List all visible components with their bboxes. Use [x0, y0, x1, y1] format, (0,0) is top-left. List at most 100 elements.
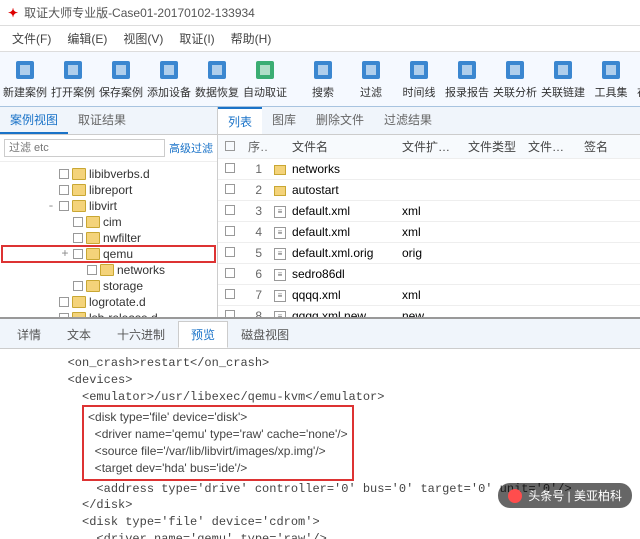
checkbox-icon[interactable] — [73, 249, 83, 259]
bottom-tab[interactable]: 磁盘视图 — [228, 321, 302, 348]
timeline-button[interactable]: 时间线 — [396, 56, 442, 102]
table-header: 序号 文件名 文件扩展名 文件类型 文件分类 签名 — [218, 135, 640, 159]
link-build-button[interactable]: 关联链建 — [540, 56, 586, 102]
file-icon: ≡ — [274, 311, 286, 317]
row-checkbox[interactable] — [225, 310, 235, 317]
row-checkbox[interactable] — [225, 163, 235, 173]
bottom-tab[interactable]: 十六进制 — [104, 321, 178, 348]
menu-item[interactable]: 视图(V) — [117, 28, 169, 49]
checkbox-icon[interactable] — [73, 217, 83, 227]
right-tab[interactable]: 过滤结果 — [374, 107, 442, 134]
tree-node[interactable]: cim — [2, 214, 215, 230]
row-checkbox[interactable] — [225, 205, 235, 215]
folder-tree[interactable]: libibverbs.dlibreport-libvirtcimnwfilter… — [0, 162, 217, 317]
tree-node[interactable]: logrotate.d — [2, 294, 215, 310]
tree-node[interactable]: +qemu — [2, 246, 215, 262]
right-tab[interactable]: 图库 — [262, 107, 306, 134]
open-case-button[interactable]: 打开案例 — [50, 56, 96, 102]
checkbox-icon[interactable] — [59, 297, 69, 307]
online-help-button[interactable]: 在线帮助 — [636, 56, 640, 102]
right-panel: 列表图库删除文件过滤结果 序号 文件名 文件扩展名 文件类型 文件分类 签名 1… — [218, 107, 640, 317]
checkbox-icon[interactable] — [59, 313, 69, 317]
menu-item[interactable]: 帮助(H) — [225, 28, 278, 49]
folder-icon — [100, 264, 114, 276]
file-icon: ≡ — [274, 227, 286, 239]
folder-icon — [86, 248, 100, 260]
tree-node[interactable]: networks — [2, 262, 215, 278]
folder-icon — [72, 312, 86, 317]
table-row[interactable]: 5≡default.xml.origorig — [218, 243, 640, 264]
link-analysis-button[interactable]: 关联分析 — [492, 56, 538, 102]
checkbox-icon[interactable] — [87, 265, 97, 275]
checkbox-icon[interactable] — [73, 281, 83, 291]
checkbox-icon[interactable] — [73, 233, 83, 243]
bottom-tab[interactable]: 预览 — [178, 321, 228, 348]
file-icon: ≡ — [274, 269, 286, 281]
add-device-button[interactable]: 添加设备 — [146, 56, 192, 102]
row-checkbox[interactable] — [225, 247, 235, 257]
col-sig[interactable]: 签名 — [578, 135, 618, 158]
row-checkbox[interactable] — [225, 289, 235, 299]
filter-button[interactable]: 过滤 — [348, 56, 394, 102]
folder-icon — [86, 280, 100, 292]
file-icon: ≡ — [274, 290, 286, 302]
menu-item[interactable]: 编辑(E) — [61, 28, 113, 49]
auto-forensic-button[interactable]: 自动取证 — [242, 56, 288, 102]
tree-node[interactable]: storage — [2, 278, 215, 294]
data-recovery-button[interactable]: 数据恢复 — [194, 56, 240, 102]
folder-icon — [72, 184, 86, 196]
search-button[interactable]: 搜索 — [300, 56, 346, 102]
table-row[interactable]: 6≡sedro86dl — [218, 264, 640, 285]
watermark-text: 头条号 | 美亚柏科 — [528, 487, 622, 504]
table-row[interactable]: 7≡qqqq.xmlxml — [218, 285, 640, 306]
tree-node[interactable]: lsb-release.d — [2, 310, 215, 317]
preview-pane[interactable]: <on_crash>restart</on_crash> <devices> <… — [0, 349, 640, 539]
tree-node[interactable]: libreport — [2, 182, 215, 198]
col-ext[interactable]: 文件扩展名 — [396, 135, 462, 158]
bookmark-button[interactable]: 报录报告 — [444, 56, 490, 102]
checkbox-icon[interactable] — [59, 185, 69, 195]
menu-item[interactable]: 取证(I) — [173, 28, 220, 49]
toolbar: 新建案例打开案例保存案例添加设备数据恢复自动取证搜索过滤时间线报录报告关联分析关… — [0, 52, 640, 107]
row-checkbox[interactable] — [225, 268, 235, 278]
bottom-tab[interactable]: 文本 — [54, 321, 104, 348]
menu-item[interactable]: 文件(F) — [6, 28, 57, 49]
tree-node[interactable]: libibverbs.d — [2, 166, 215, 182]
table-row[interactable]: 8≡qqqq.xml.newnew — [218, 306, 640, 317]
left-tabs: 案例视图取证结果 — [0, 107, 217, 135]
tree-node[interactable]: nwfilter — [2, 230, 215, 246]
left-tab[interactable]: 取证结果 — [68, 107, 136, 134]
file-table: 序号 文件名 文件扩展名 文件类型 文件分类 签名 1networks2auto… — [218, 135, 640, 317]
watermark: 头条号 | 美亚柏科 — [498, 483, 632, 508]
toolset-button[interactable]: 工具集 — [588, 56, 634, 102]
menu-bar: 文件(F)编辑(E)视图(V)取证(I)帮助(H) — [0, 26, 640, 52]
save-case-button[interactable]: 保存案例 — [98, 56, 144, 102]
header-checkbox[interactable] — [225, 141, 235, 151]
col-type[interactable]: 文件类型 — [462, 135, 522, 158]
col-num[interactable]: 序号 — [242, 135, 268, 158]
app-logo-icon: ✦ — [8, 6, 18, 20]
row-checkbox[interactable] — [225, 226, 235, 236]
col-name[interactable]: 文件名 — [286, 135, 396, 158]
filter-input[interactable] — [4, 139, 165, 157]
checkbox-icon[interactable] — [59, 201, 69, 211]
left-tab[interactable]: 案例视图 — [0, 107, 68, 134]
row-checkbox[interactable] — [225, 184, 235, 194]
table-row[interactable]: 4≡default.xmlxml — [218, 222, 640, 243]
right-tab[interactable]: 删除文件 — [306, 107, 374, 134]
advanced-filter-link[interactable]: 高级过滤 — [169, 140, 213, 156]
table-row[interactable]: 1networks — [218, 159, 640, 180]
bottom-tab[interactable]: 详情 — [4, 321, 54, 348]
window-title: 取证大师专业版-Case01-20170102-133934 — [24, 4, 255, 21]
checkbox-icon[interactable] — [59, 169, 69, 179]
folder-icon — [72, 296, 86, 308]
folder-icon — [72, 200, 86, 212]
col-cat[interactable]: 文件分类 — [522, 135, 578, 158]
right-tabs: 列表图库删除文件过滤结果 — [218, 107, 640, 135]
tree-node[interactable]: -libvirt — [2, 198, 215, 214]
watermark-icon — [508, 489, 522, 503]
table-row[interactable]: 3≡default.xmlxml — [218, 201, 640, 222]
table-row[interactable]: 2autostart — [218, 180, 640, 201]
right-tab[interactable]: 列表 — [218, 107, 262, 134]
new-case-button[interactable]: 新建案例 — [2, 56, 48, 102]
